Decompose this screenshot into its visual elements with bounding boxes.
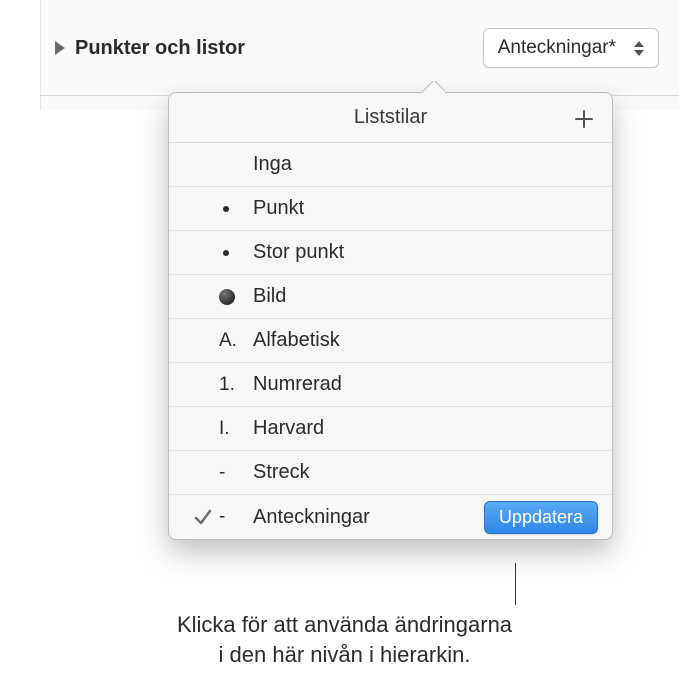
checkmark-icon bbox=[187, 507, 219, 527]
section-label: Punkter och listor bbox=[75, 37, 245, 60]
list-style-item[interactable]: Inga bbox=[169, 143, 612, 187]
list-style-select[interactable]: Anteckningar* bbox=[483, 28, 659, 68]
update-style-button[interactable]: Uppdatera bbox=[484, 501, 598, 534]
list-style-label: Streck bbox=[253, 461, 598, 484]
list-marker-icon: A. bbox=[219, 330, 253, 352]
list-marker-icon bbox=[219, 250, 253, 256]
callout-text: Klicka för att använda ändringarna i den… bbox=[0, 610, 689, 669]
popover-pointer-icon bbox=[421, 81, 445, 93]
list-styles-popover: Liststilar Inga Punkt Stor punkt Bild A. Alfa… bbox=[168, 92, 613, 540]
callout-leader-line bbox=[515, 563, 516, 605]
list-style-label: Numrerad bbox=[253, 373, 598, 396]
list-style-item[interactable]: - AnteckningarUppdatera bbox=[169, 495, 612, 539]
list-marker-icon bbox=[219, 206, 253, 212]
list-style-label: Punkt bbox=[253, 197, 598, 220]
list-marker-text: - bbox=[219, 506, 225, 528]
list-marker-text: I. bbox=[219, 418, 230, 440]
list-style-select-value: Anteckningar* bbox=[498, 37, 616, 59]
disclosure-triangle-icon[interactable] bbox=[55, 41, 65, 55]
add-style-button[interactable] bbox=[570, 105, 598, 133]
list-style-label: Inga bbox=[253, 153, 598, 176]
list-style-item[interactable]: - Streck bbox=[169, 451, 612, 495]
list-style-label: Alfabetisk bbox=[253, 329, 598, 352]
list-marker-text: 1. bbox=[219, 374, 235, 396]
list-style-label: Bild bbox=[253, 285, 598, 308]
callout-line2: i den här nivån i hierarkin. bbox=[219, 642, 471, 667]
list-marker-icon: - bbox=[219, 506, 253, 528]
list-styles-container: Inga Punkt Stor punkt Bild A. Alfabetisk 1. Num… bbox=[169, 143, 612, 539]
list-style-item[interactable]: Punkt bbox=[169, 187, 612, 231]
list-style-label: Anteckningar bbox=[253, 506, 484, 529]
list-marker-text: A. bbox=[219, 330, 237, 352]
popover-title: Liststilar bbox=[354, 106, 427, 129]
stepper-arrows-icon bbox=[634, 41, 644, 56]
header-row: Punkter och listor Anteckningar* bbox=[55, 28, 659, 68]
list-marker-icon: - bbox=[219, 462, 253, 484]
list-marker-icon: 1. bbox=[219, 374, 253, 396]
list-style-item[interactable]: 1. Numrerad bbox=[169, 363, 612, 407]
list-style-label: Stor punkt bbox=[253, 241, 598, 264]
list-style-item[interactable]: I. Harvard bbox=[169, 407, 612, 451]
plus-icon bbox=[573, 108, 595, 130]
list-style-item[interactable]: Bild bbox=[169, 275, 612, 319]
list-style-item[interactable]: Stor punkt bbox=[169, 231, 612, 275]
list-style-item[interactable]: A. Alfabetisk bbox=[169, 319, 612, 363]
callout-line1: Klicka för att använda ändringarna bbox=[177, 612, 512, 637]
list-style-label: Harvard bbox=[253, 417, 598, 440]
list-marker-text: - bbox=[219, 462, 225, 484]
list-marker-icon: I. bbox=[219, 418, 253, 440]
list-marker-icon bbox=[219, 289, 253, 305]
popover-header: Liststilar bbox=[169, 93, 612, 143]
